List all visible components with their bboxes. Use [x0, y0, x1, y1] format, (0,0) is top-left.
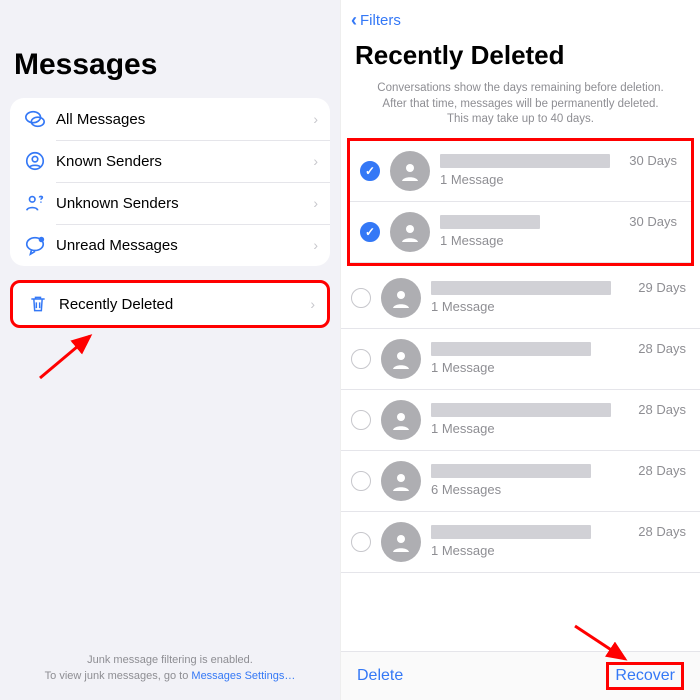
redacted-name: [440, 154, 610, 168]
conversation-row[interactable]: 6 Messages 28 Days: [341, 451, 700, 512]
message-count: 1 Message: [431, 543, 686, 558]
recover-button[interactable]: Recover: [606, 662, 684, 690]
avatar: [390, 212, 430, 252]
filter-label: Recently Deleted: [59, 296, 310, 313]
filters-card: All Messages › Known Senders › Unknown S…: [10, 98, 330, 266]
person-circle-icon: [22, 150, 48, 172]
delete-button[interactable]: Delete: [357, 667, 403, 685]
footer-line: To view junk messages, go to Messages Se…: [0, 669, 340, 684]
avatar: [381, 278, 421, 318]
chat-dot-icon: [22, 234, 48, 256]
avatar: [381, 522, 421, 562]
message-count: 6 Messages: [431, 482, 686, 497]
days-remaining: 28 Days: [638, 524, 686, 539]
conversation-row[interactable]: 1 Message 29 Days: [341, 268, 700, 329]
filter-label: Known Senders: [56, 153, 313, 170]
filter-unread-messages[interactable]: Unread Messages ›: [10, 224, 330, 266]
select-checkbox[interactable]: [351, 288, 371, 308]
filter-known-senders[interactable]: Known Senders ›: [10, 140, 330, 182]
days-remaining: 30 Days: [629, 153, 677, 168]
redacted-name: [431, 403, 611, 417]
select-checkbox[interactable]: [360, 161, 380, 181]
message-count: 1 Message: [431, 299, 686, 314]
filter-label: All Messages: [56, 111, 313, 128]
redacted-name: [431, 525, 591, 539]
recently-deleted-pane: ‹ Filters Recently Deleted Conversations…: [340, 0, 700, 700]
avatar: [390, 151, 430, 191]
days-remaining: 28 Days: [638, 463, 686, 478]
chevron-right-icon: ›: [310, 296, 315, 312]
redacted-name: [431, 342, 591, 356]
trash-icon: [25, 294, 51, 314]
select-checkbox[interactable]: [351, 471, 371, 491]
annotation-arrow: [30, 328, 110, 393]
filter-label: Unknown Senders: [56, 195, 313, 212]
recently-deleted-card: Recently Deleted ›: [10, 280, 330, 328]
days-remaining: 28 Days: [638, 402, 686, 417]
redacted-name: [440, 215, 540, 229]
chevron-right-icon: ›: [313, 195, 318, 211]
days-remaining: 28 Days: [638, 341, 686, 356]
avatar: [381, 339, 421, 379]
footer-note: Junk message filtering is enabled. To vi…: [0, 653, 340, 684]
selected-group-highlight: 1 Message 30 Days 1 Message 30 Days: [347, 138, 694, 266]
back-label: Filters: [360, 12, 401, 29]
conversation-row[interactable]: 1 Message 28 Days: [341, 390, 700, 451]
select-checkbox[interactable]: [360, 222, 380, 242]
filter-unknown-senders[interactable]: Unknown Senders ›: [10, 182, 330, 224]
info-text: Conversations show the days remaining be…: [341, 79, 700, 138]
page-title: Recently Deleted: [355, 40, 686, 71]
messages-settings-link[interactable]: Messages Settings…: [191, 670, 295, 682]
redacted-name: [431, 281, 611, 295]
chevron-left-icon: ‹: [351, 10, 357, 31]
conversation-row[interactable]: 1 Message 28 Days: [341, 512, 700, 573]
message-count: 1 Message: [431, 421, 686, 436]
message-count: 1 Message: [431, 360, 686, 375]
select-checkbox[interactable]: [351, 532, 371, 552]
messages-filters-pane: Messages All Messages › Known Senders › …: [0, 0, 340, 700]
message-count: 1 Message: [440, 172, 677, 187]
deleted-conversation-list: 1 Message30 Days1 Message30 Days1 Messag…: [341, 138, 700, 651]
chevron-right-icon: ›: [313, 111, 318, 127]
chevron-right-icon: ›: [313, 237, 318, 253]
filter-label: Unread Messages: [56, 237, 313, 254]
footer-line: Junk message filtering is enabled.: [0, 653, 340, 668]
avatar: [381, 400, 421, 440]
days-remaining: 30 Days: [629, 214, 677, 229]
message-count: 1 Message: [440, 233, 677, 248]
days-remaining: 29 Days: [638, 280, 686, 295]
filter-all-messages[interactable]: All Messages ›: [10, 98, 330, 140]
filter-recently-deleted[interactable]: Recently Deleted ›: [13, 283, 327, 325]
conversation-row[interactable]: 1 Message 30 Days: [350, 202, 691, 263]
person-question-icon: [22, 192, 48, 214]
conversation-row[interactable]: 1 Message 30 Days: [350, 141, 691, 202]
chevron-right-icon: ›: [313, 153, 318, 169]
avatar: [381, 461, 421, 501]
conversation-row[interactable]: 1 Message 28 Days: [341, 329, 700, 390]
bottom-toolbar: Delete Recover: [341, 651, 700, 700]
select-checkbox[interactable]: [351, 410, 371, 430]
chat-bubbles-icon: [22, 108, 48, 130]
select-checkbox[interactable]: [351, 349, 371, 369]
redacted-name: [431, 464, 591, 478]
back-filters-button[interactable]: ‹ Filters: [341, 6, 700, 34]
page-title: Messages: [14, 48, 330, 82]
